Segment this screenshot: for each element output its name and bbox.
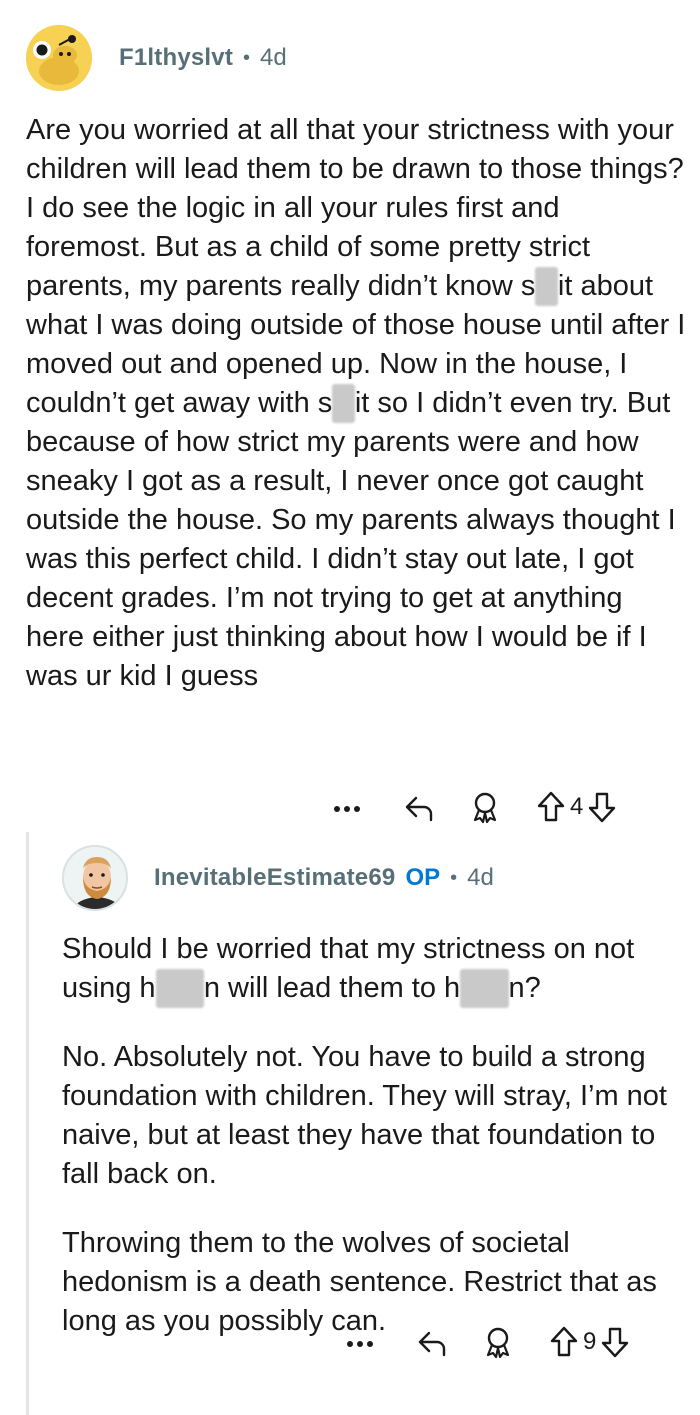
comment-actions: 4 (330, 790, 617, 824)
thread-line[interactable] (26, 832, 29, 1415)
meta-separator: • (450, 866, 458, 889)
reply-icon[interactable] (402, 790, 436, 824)
vote-count: 9 (583, 1328, 597, 1355)
vote-count: 4 (570, 793, 584, 820)
username[interactable]: InevitableEstimate69 (154, 864, 395, 892)
username[interactable]: F1lthyslvt (119, 44, 233, 72)
comment-paragraph: Throwing them to the wolves of societal … (62, 1227, 665, 1337)
comment-body: Should I be worried that my strictness o… (62, 930, 682, 1341)
comment-paragraph: No. Absolutely not. You have to build a … (62, 1041, 676, 1190)
comment-paragraph: Are you worried at all that your strictn… (26, 114, 694, 692)
comment-age: 4d (467, 864, 494, 891)
comment-header: F1lthyslvt • 4d (26, 25, 287, 91)
downvote-icon[interactable] (587, 790, 617, 824)
reply-icon[interactable] (415, 1325, 449, 1359)
upvote-icon[interactable] (549, 1325, 579, 1359)
comment-paragraph: Should I be worried that my strictness o… (62, 930, 682, 1008)
comment-body: Are you worried at all that your strictn… (26, 111, 686, 696)
award-icon[interactable] (481, 1325, 515, 1359)
upvote-icon[interactable] (536, 790, 566, 824)
comment-age: 4d (260, 44, 287, 71)
snoo-avatar-icon[interactable] (26, 25, 92, 91)
comment-actions: 9 (343, 1325, 630, 1359)
comment-header: InevitableEstimate69 OP • 4d (62, 845, 494, 911)
bearded-man-avatar-icon[interactable] (62, 845, 128, 911)
meta-separator: • (243, 46, 251, 69)
more-icon[interactable] (343, 1327, 377, 1357)
op-badge: OP (405, 864, 441, 891)
comment-meta: F1lthyslvt • 4d (119, 44, 287, 72)
award-icon[interactable] (468, 790, 502, 824)
more-icon[interactable] (330, 792, 364, 822)
comment-meta: InevitableEstimate69 OP • 4d (154, 864, 494, 892)
downvote-icon[interactable] (600, 1325, 630, 1359)
